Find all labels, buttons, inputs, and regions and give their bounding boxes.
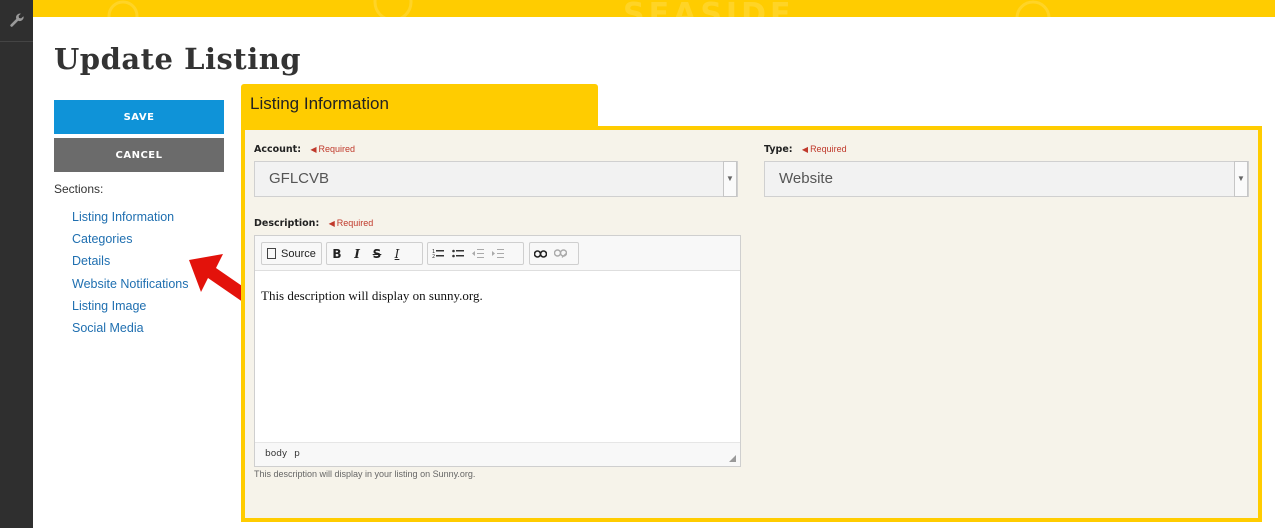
chevron-down-icon[interactable]: ▼	[1234, 161, 1248, 197]
required-marker-icon: ◀	[328, 219, 335, 228]
source-label: Source	[281, 247, 316, 260]
bulleted-list-icon[interactable]	[448, 243, 468, 264]
tab-label: Listing Information	[250, 94, 389, 113]
description-label-text: Description:	[254, 218, 320, 229]
section-link-listing-image[interactable]: Listing Image	[72, 295, 189, 317]
description-required: ◀ Required	[329, 218, 374, 228]
increase-indent-icon[interactable]	[488, 243, 508, 264]
tools-button[interactable]	[0, 0, 33, 42]
account-required: ◀ Required	[310, 144, 355, 154]
source-button[interactable]: Source	[262, 243, 321, 264]
left-rail	[0, 0, 33, 528]
required-marker-icon: ◀	[310, 145, 317, 154]
description-label: Description: ◀ Required	[254, 218, 373, 229]
source-icon	[267, 248, 276, 259]
account-select[interactable]: GFLCVB ▼	[254, 161, 738, 197]
editor-statusbar: body p	[255, 442, 740, 466]
description-editor: Source B I S I 12 This description will …	[254, 235, 741, 467]
section-link-details[interactable]: Details	[72, 250, 189, 272]
type-label: Type: ◀ Required	[764, 144, 847, 155]
banner-watermark: SEASIDE	[107, 0, 1051, 17]
account-required-text: Required	[318, 144, 356, 154]
app-root: SEASIDE Update Listing SAVE CANCEL Secti…	[0, 0, 1275, 528]
link-group	[529, 242, 579, 265]
svg-text:SEASIDE: SEASIDE	[623, 0, 794, 17]
decrease-indent-icon[interactable]	[468, 243, 488, 264]
strikethrough-icon[interactable]: S	[367, 243, 387, 264]
sections-heading: Sections:	[54, 182, 104, 196]
section-link-social-media[interactable]: Social Media	[72, 317, 189, 339]
element-path: body p	[265, 449, 300, 459]
editor-toolbar: Source B I S I 12	[255, 236, 740, 271]
remove-format-icon[interactable]: I	[387, 243, 407, 264]
save-button[interactable]: SAVE	[54, 100, 224, 134]
description-required-text: Required	[336, 218, 374, 228]
description-helper-text: This description will display in your li…	[254, 469, 476, 479]
unlink-icon[interactable]	[550, 243, 570, 264]
page-title: Update Listing	[54, 42, 302, 76]
required-marker-icon: ◀	[801, 145, 809, 154]
format-group: B I S I	[326, 242, 423, 265]
type-label-text: Type:	[764, 144, 793, 155]
section-link-categories[interactable]: Categories	[72, 228, 189, 250]
type-value: Website	[779, 170, 833, 187]
tab-listing-information[interactable]: Listing Information	[241, 84, 598, 127]
cancel-button[interactable]: CANCEL	[54, 138, 224, 172]
source-group: Source	[261, 242, 322, 265]
italic-icon[interactable]: I	[347, 243, 367, 264]
section-link-listing-information[interactable]: Listing Information	[72, 206, 189, 228]
path-p[interactable]: p	[294, 449, 300, 459]
section-link-website-notifications[interactable]: Website Notifications	[72, 273, 189, 295]
sections-nav: Listing Information Categories Details W…	[72, 206, 189, 339]
type-select[interactable]: Website ▼	[764, 161, 1249, 197]
list-group: 12	[427, 242, 524, 265]
account-value: GFLCVB	[269, 170, 330, 187]
path-body[interactable]: body	[265, 449, 287, 459]
editor-content-area[interactable]: This description will display on sunny.o…	[261, 288, 483, 304]
numbered-list-icon[interactable]: 12	[428, 243, 448, 264]
bold-icon[interactable]: B	[327, 243, 347, 264]
link-icon[interactable]	[530, 243, 550, 264]
resize-handle-icon[interactable]	[729, 455, 736, 462]
type-required-text: Required	[810, 144, 847, 154]
chevron-down-icon[interactable]: ▼	[723, 161, 737, 197]
svg-text:2: 2	[432, 254, 435, 259]
top-banner: SEASIDE	[33, 0, 1275, 17]
type-required: ◀ Required	[802, 144, 847, 154]
account-label: Account: ◀ Required	[254, 144, 355, 155]
account-label-text: Account:	[254, 144, 302, 155]
description-text[interactable]: This description will display on sunny.o…	[261, 288, 483, 304]
wrench-icon	[9, 13, 24, 27]
